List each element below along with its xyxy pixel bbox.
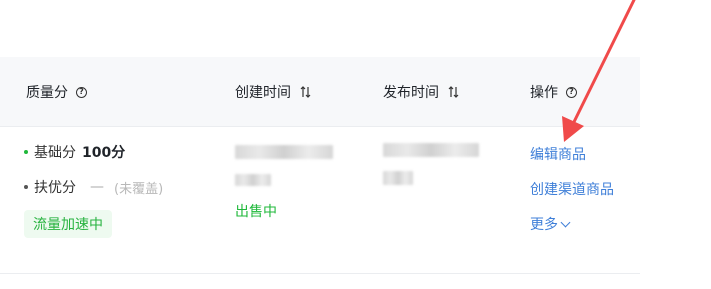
- column-header-ops: 操作: [530, 82, 577, 102]
- status-dot-icon: [24, 150, 28, 154]
- edit-product-link[interactable]: 编辑商品: [530, 144, 586, 164]
- create-channel-product-link[interactable]: 创建渠道商品: [530, 179, 614, 199]
- help-icon[interactable]: [76, 85, 87, 99]
- traffic-boost-badge: 流量加速中: [24, 210, 112, 238]
- table-row: 基础分 100分 扶优分 — (未覆盖) 流量加速中 出售中 编辑商品 创建渠道…: [0, 127, 640, 274]
- base-score-value: 100分: [82, 145, 126, 161]
- help-icon[interactable]: [566, 85, 577, 99]
- column-header-published[interactable]: 发布时间: [383, 82, 459, 102]
- sort-icon[interactable]: [448, 86, 459, 98]
- column-header-quality: 质量分: [26, 82, 87, 102]
- created-time-redacted: [235, 174, 271, 186]
- published-time-redacted: [383, 143, 479, 157]
- status-dot-icon: [24, 185, 28, 189]
- column-header-created[interactable]: 创建时间: [235, 82, 311, 102]
- sort-icon[interactable]: [300, 86, 311, 98]
- base-score: 基础分 100分: [24, 142, 125, 162]
- chevron-down-icon: [560, 217, 571, 228]
- product-table: 质量分 创建时间 发布时间 操作 基础分 100分: [0, 57, 640, 289]
- table-header: 质量分 创建时间 发布时间 操作: [0, 57, 640, 127]
- created-time-redacted: [235, 145, 333, 159]
- published-time-redacted: [383, 171, 413, 185]
- more-menu[interactable]: 更多: [530, 214, 571, 234]
- sale-status: 出售中: [235, 204, 277, 220]
- support-score: 扶优分 — (未覆盖): [24, 177, 163, 197]
